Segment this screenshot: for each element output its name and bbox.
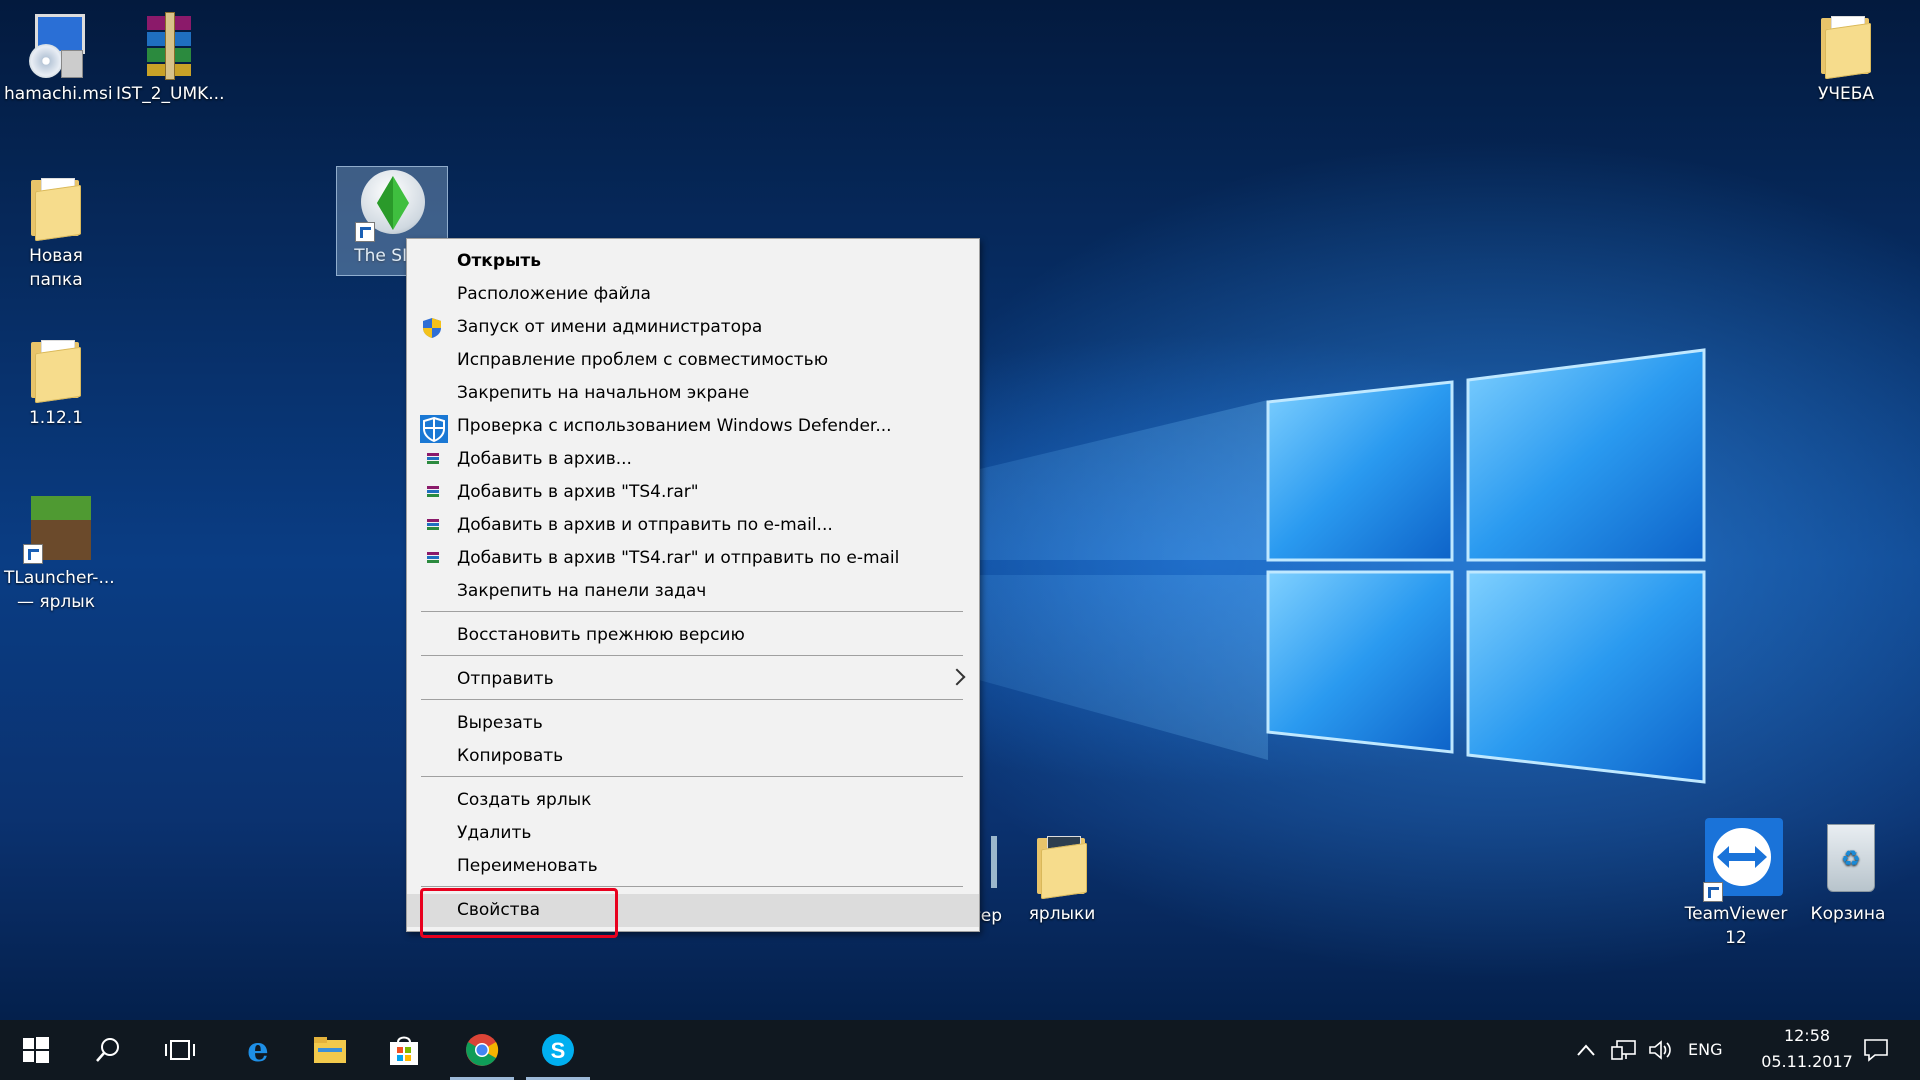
desktop-icon-label: 1.12.1 [28,408,84,428]
desktop-icon-label: TeamViewer [1684,904,1788,924]
shortcut-arrow-icon [23,544,43,564]
folder-icon [1027,830,1097,900]
menu-separator [421,886,963,887]
taskbar-skype[interactable]: S [522,1020,594,1080]
start-button[interactable] [0,1020,72,1080]
volume-tray-button[interactable] [1642,1020,1678,1080]
menu-item-rename[interactable]: Переименовать [407,850,979,883]
installer-icon [21,10,91,80]
winrar-icon [427,453,439,467]
menu-item-open[interactable]: Открыть [407,245,979,278]
minecraft-grass-block-icon [21,494,91,564]
desktop-icon-tlauncher[interactable]: TLauncher-... — ярлык [4,494,115,614]
svg-text:S: S [551,1038,566,1063]
recycle-bin-icon: ♻ [1813,818,1883,900]
sims-plumbob-icon [353,170,425,242]
menu-separator [421,611,963,612]
menu-item-add-ts4-rar[interactable]: Добавить в архив "TS4.rar" [407,476,979,509]
desktop-icon-yarlyki[interactable]: ярлыки [1010,830,1114,926]
desktop-icon-label: 12 [1725,928,1747,948]
taskbar-edge[interactable]: e [222,1020,294,1080]
shortcut-arrow-icon [1703,882,1723,902]
speaker-icon [1649,1040,1671,1060]
menu-separator [421,655,963,656]
menu-item-create-shortcut[interactable]: Создать ярлык [407,784,979,817]
uac-shield-icon [423,318,441,338]
desktop-icon-label: ярлыки [1028,904,1096,924]
taskbar-store[interactable] [368,1020,440,1080]
winrar-archive-icon [133,10,203,80]
network-wired-icon [1611,1040,1636,1060]
desktop-icon-new-folder[interactable]: Новая папка [4,172,108,292]
menu-item-restore-previous[interactable]: Восстановить прежнюю версию [407,619,979,652]
menu-item-add-archive-email[interactable]: Добавить в архив и отправить по e-mail..… [407,509,979,542]
desktop-icon-1-12-1[interactable]: 1.12.1 [4,334,108,430]
folder-icon [314,1037,346,1063]
desktop-icon-teamviewer[interactable]: TeamViewer 12 [1684,818,1788,950]
taskbar-chrome[interactable] [446,1020,518,1080]
skype-icon: S [542,1034,574,1066]
menu-item-copy[interactable]: Копировать [407,740,979,773]
menu-item-delete[interactable]: Удалить [407,817,979,850]
desktop-icon-label: Корзина [1810,904,1886,924]
menu-item-defender-scan[interactable]: Проверка с использованием Windows Defend… [407,410,979,443]
folder-icon [21,334,91,404]
menu-item-file-location[interactable]: Расположение файла [407,278,979,311]
desktop-icon-label: — ярлык [17,592,95,612]
menu-separator [421,776,963,777]
menu-item-properties[interactable]: Свойства [407,894,979,927]
edge-icon: e [247,1030,269,1070]
desktop-icon-recycle-bin[interactable]: ♻ Корзина [1796,818,1900,926]
task-view-button[interactable] [144,1020,216,1080]
winrar-icon [427,519,439,533]
menu-item-run-as-admin[interactable]: Запуск от имени администратора [407,311,979,344]
menu-item-pin-taskbar[interactable]: Закрепить на панели задач [407,575,979,608]
shortcut-arrow-icon [355,222,375,242]
windows-defender-icon [420,415,448,443]
menu-item-cut[interactable]: Вырезать [407,707,979,740]
menu-item-send-to[interactable]: Отправить [407,663,979,696]
winrar-icon [427,552,439,566]
windows-start-icon [23,1037,49,1063]
search-button[interactable] [72,1020,144,1080]
show-hidden-icons-button[interactable] [1566,1020,1606,1080]
action-center-button[interactable] [1846,1020,1906,1080]
desktop-icon-label: УЧЕБА [1817,84,1875,104]
chevron-right-icon [948,668,966,686]
network-tray-button[interactable] [1606,1020,1642,1080]
taskbar-file-explorer[interactable] [294,1020,366,1080]
chrome-icon [466,1034,499,1066]
desktop-icon-label: hamachi.msi [4,84,113,104]
desktop-icon-label: TLauncher-... [4,568,115,588]
folder-icon [1811,10,1881,80]
menu-item-pin-start[interactable]: Закрепить на начальном экране [407,377,979,410]
notification-icon [1864,1039,1888,1062]
desktop-icon-ist[interactable]: IST_2_UMK... [116,10,225,106]
desktop-icon-label: IST_2_UMK... [116,84,225,104]
desktop-icon-ucheba[interactable]: УЧЕБА [1794,10,1898,106]
menu-item-troubleshoot-compat[interactable]: Исправление проблем с совместимостью [407,344,979,377]
winrar-icon [427,486,439,500]
teamviewer-icon [1701,818,1783,902]
input-language-indicator[interactable]: ENG [1688,1040,1722,1059]
folder-icon [21,172,91,242]
menu-separator [421,699,963,700]
desktop-icon-label: Новая папка [29,246,83,290]
chevron-up-icon [1577,1044,1595,1056]
context-menu: Открыть Расположение файла Запуск от име… [406,238,980,932]
task-view-icon [165,1040,195,1060]
taskbar: e S ENG 12:58 05.11.2017 [0,1020,1920,1080]
menu-item-add-archive[interactable]: Добавить в архив... [407,443,979,476]
menu-item-add-ts4-email[interactable]: Добавить в архив "TS4.rar" и отправить п… [407,542,979,575]
clock-time[interactable]: 12:58 [1762,1026,1852,1045]
search-icon [96,1038,119,1062]
store-bag-icon [390,1036,418,1065]
desktop-icon-hamachi[interactable]: hamachi.msi [4,10,113,106]
